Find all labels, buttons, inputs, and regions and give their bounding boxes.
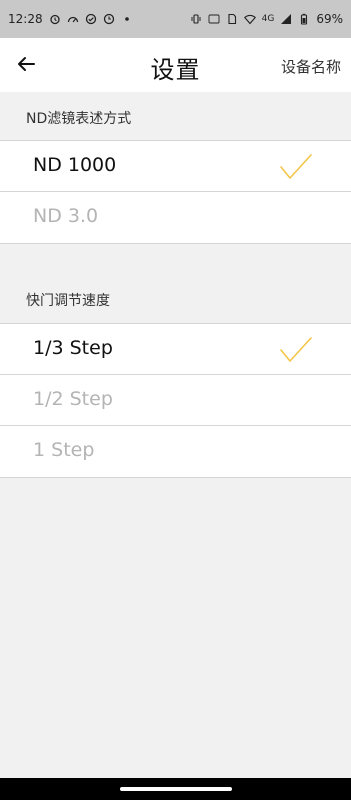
wifi-icon: [243, 13, 256, 25]
status-bar-right: 4G 69%: [190, 12, 343, 26]
clock-icon: [103, 13, 115, 25]
home-gesture-handle[interactable]: [120, 787, 232, 791]
status-bar: 12:28 4G 69%: [0, 0, 351, 38]
app-header: 设置 设备名称: [0, 38, 351, 92]
option-label: 1/3 Step: [33, 337, 113, 359]
section-label-shutter: 快门调节速度: [26, 293, 110, 309]
sim-icon: [226, 13, 238, 25]
option-nd-3-0[interactable]: ND 3.0: [0, 192, 351, 243]
dot-icon: [121, 13, 133, 25]
section-label-nd: ND滤镜表述方式: [26, 111, 132, 127]
option-half-step[interactable]: 1/2 Step: [0, 375, 351, 426]
option-label: 1 Step: [33, 439, 95, 461]
shutter-options-list: 1/3 Step 1/2 Step 1 Step: [0, 323, 351, 478]
device-name-button[interactable]: 设备名称: [281, 56, 341, 77]
signal-icon: [280, 13, 292, 25]
speed-icon: [67, 13, 79, 25]
battery-percent: 69%: [316, 12, 343, 26]
option-label: 1/2 Step: [33, 388, 113, 410]
option-one-third-step[interactable]: 1/3 Step: [0, 324, 351, 375]
checkmark-icon: [279, 153, 313, 181]
option-nd-1000[interactable]: ND 1000: [0, 141, 351, 192]
option-one-step[interactable]: 1 Step: [0, 426, 351, 477]
vibrate-icon: [190, 13, 202, 25]
checkmark-icon: [279, 336, 313, 364]
status-time: 12:28: [8, 12, 43, 26]
status-bar-left: 12:28: [8, 12, 133, 26]
alarm-icon: [49, 13, 61, 25]
check-circle-icon: [85, 13, 97, 25]
option-label: ND 1000: [33, 154, 117, 176]
navigation-bar: [0, 778, 351, 800]
volte-icon: [208, 13, 220, 25]
battery-icon: [298, 13, 310, 25]
network-type: 4G: [261, 14, 275, 24]
option-label: ND 3.0: [33, 205, 99, 227]
nd-options-list: ND 1000 ND 3.0: [0, 140, 351, 244]
